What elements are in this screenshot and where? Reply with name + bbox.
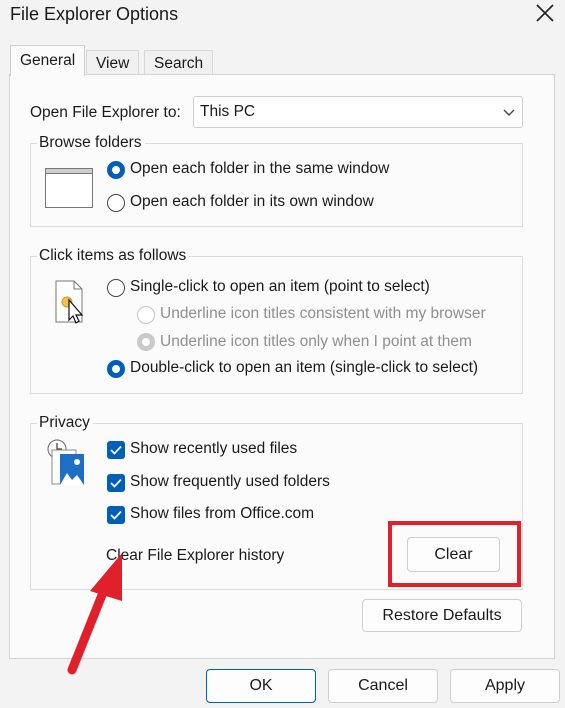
annotation-arrow-icon xyxy=(60,545,132,680)
recent-files-label[interactable]: Show recently used files xyxy=(130,440,297,458)
single-click-radio[interactable] xyxy=(107,279,125,297)
apply-button[interactable]: Apply xyxy=(450,669,560,703)
window-title: File Explorer Options xyxy=(10,4,179,24)
window-preview-icon xyxy=(45,168,93,213)
ok-button[interactable]: OK xyxy=(206,669,316,703)
double-click-radio[interactable] xyxy=(107,360,125,378)
own-window-radio[interactable] xyxy=(107,194,125,212)
click-items-title: Click items as follows xyxy=(37,247,190,265)
underline-browser-radio xyxy=(137,306,155,324)
underline-browser-label: Underline icon titles consistent with my… xyxy=(160,305,486,322)
tab-search[interactable]: Search xyxy=(144,50,213,75)
double-click-label[interactable]: Double-click to open an item (single-cli… xyxy=(130,359,478,377)
privacy-title: Privacy xyxy=(37,414,93,432)
privacy-icon xyxy=(46,438,92,493)
frequent-folders-checkbox[interactable] xyxy=(107,474,125,492)
click-document-icon xyxy=(55,280,89,333)
own-window-label[interactable]: Open each folder in its own window xyxy=(130,193,374,211)
cancel-button[interactable]: Cancel xyxy=(328,669,438,703)
tab-general[interactable]: General xyxy=(10,45,86,76)
underline-point-radio xyxy=(137,333,155,351)
chevron-down-icon xyxy=(502,105,516,116)
clear-history-label: Clear File Explorer history xyxy=(106,547,285,564)
recent-files-checkbox[interactable] xyxy=(107,441,125,459)
browse-folders-group xyxy=(30,143,523,227)
highlight-box xyxy=(388,521,521,587)
underline-point-label: Underline icon titles only when I point … xyxy=(160,333,472,350)
office-files-checkbox[interactable] xyxy=(107,506,125,524)
restore-defaults-button[interactable]: Restore Defaults xyxy=(362,599,522,632)
tab-view[interactable]: View xyxy=(86,50,140,75)
open-to-value: This PC xyxy=(200,103,256,120)
same-window-radio[interactable] xyxy=(107,161,125,179)
browse-folders-title: Browse folders xyxy=(37,134,145,152)
same-window-label[interactable]: Open each folder in the same window xyxy=(130,160,389,178)
single-click-label[interactable]: Single-click to open an item (point to s… xyxy=(130,278,430,296)
open-to-label: Open File Explorer to: xyxy=(30,104,181,121)
office-files-label[interactable]: Show files from Office.com xyxy=(130,505,314,523)
close-icon[interactable] xyxy=(534,2,556,24)
frequent-folders-label[interactable]: Show frequently used folders xyxy=(130,473,330,491)
